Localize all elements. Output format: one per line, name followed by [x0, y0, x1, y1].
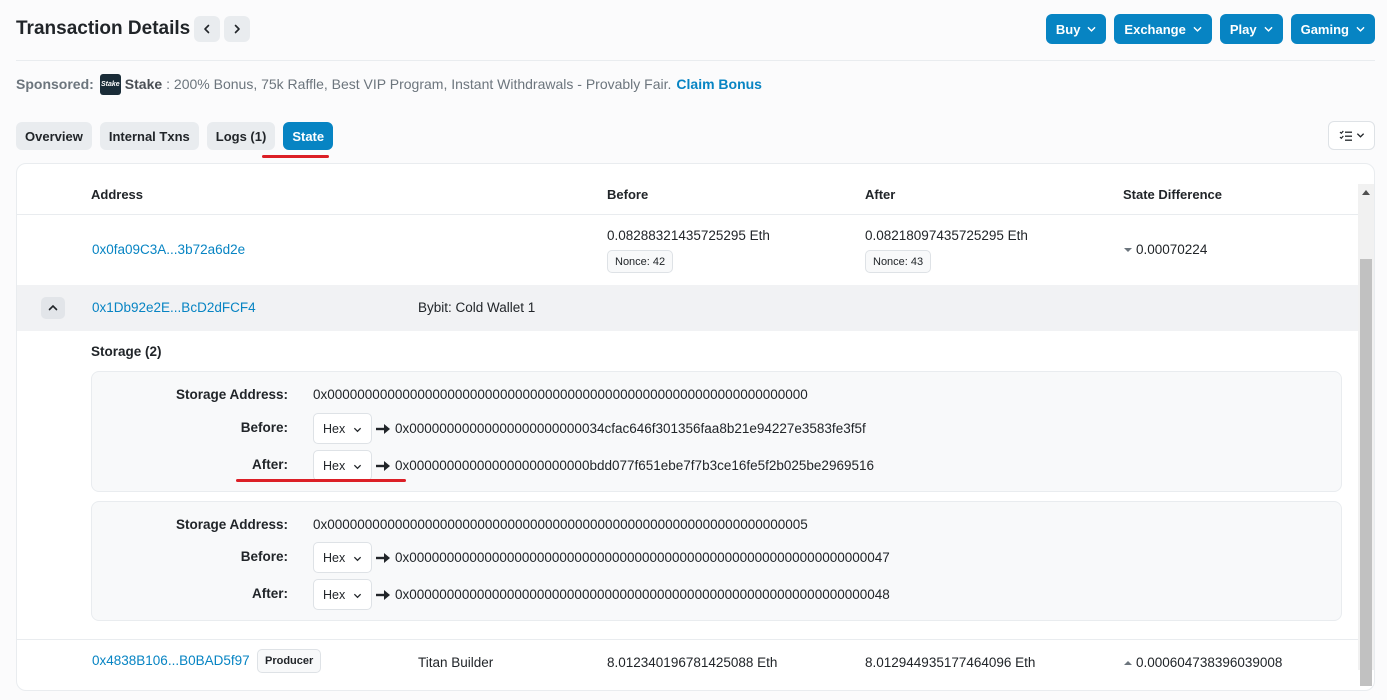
- storage-entry: Storage Address: 0x000000000000000000000…: [91, 501, 1342, 621]
- menu-label: Play: [1229, 21, 1257, 37]
- before-format-select[interactable]: Hex: [313, 542, 372, 573]
- chevron-down-icon: [353, 593, 362, 599]
- list-check-icon: [1339, 130, 1352, 141]
- stake-logo: Stake: [99, 73, 121, 95]
- sponsor-brand: Stake: [124, 76, 163, 92]
- format-value: Hex: [323, 550, 346, 565]
- arrow-right-icon: [376, 553, 390, 563]
- chevron-down-icon: [353, 464, 362, 470]
- previous-tx-button[interactable]: [194, 16, 221, 42]
- format-value: Hex: [323, 421, 346, 436]
- row-divider: [17, 639, 1358, 640]
- collapse-row-button[interactable]: [41, 297, 65, 319]
- storage-before-label: Before:: [240, 420, 288, 435]
- expanded-row: 0x1Db92e2E...BcD2dFCF4 Bybit: Cold Walle…: [17, 285, 1358, 331]
- tab-logs[interactable]: Logs (1): [206, 122, 276, 150]
- storage-address-value: 0x00000000000000000000000000000000000000…: [313, 387, 808, 402]
- caret-down-icon: [1124, 247, 1132, 252]
- storage-after-label: After:: [252, 586, 288, 601]
- tab-internal-txns[interactable]: Internal Txns: [99, 122, 199, 150]
- column-header-after: After: [865, 187, 896, 202]
- column-header-state-difference: State Difference: [1123, 187, 1222, 202]
- chevron-down-icon: [1193, 26, 1202, 32]
- row-divider: [17, 214, 1358, 215]
- tab-overview[interactable]: Overview: [16, 122, 92, 150]
- storage-title: Storage (2): [91, 344, 162, 359]
- after-format-select[interactable]: Hex: [313, 579, 372, 610]
- producer-badge: Producer: [257, 649, 322, 673]
- menu-label: Gaming: [1300, 21, 1349, 37]
- state-difference-value: 0.000604738396039008: [1136, 655, 1283, 670]
- chevron-down-icon: [1088, 26, 1096, 32]
- state-tab-annotation: [262, 155, 329, 158]
- scroll-up-arrow-icon[interactable]: [1362, 190, 1370, 195]
- address-name-tag: Titan Builder: [418, 655, 494, 670]
- storage-before-value: 0x00000000000000000000000000000000000000…: [395, 550, 890, 565]
- arrow-right-icon: [376, 590, 390, 600]
- chevron-down-icon: [1264, 26, 1272, 32]
- sponsor-text: : 200% Bonus, 75k Raffle, Best VIP Progr…: [166, 76, 672, 92]
- state-difference-value: 0.00070224: [1136, 242, 1208, 257]
- column-options-button[interactable]: [1328, 121, 1375, 150]
- claim-bonus-link[interactable]: Claim Bonus: [676, 76, 762, 92]
- chevron-up-icon: [48, 304, 58, 311]
- exchange-menu-button[interactable]: Exchange: [1114, 14, 1212, 44]
- storage-after-label: After:: [252, 457, 288, 472]
- menu-label: Exchange: [1124, 21, 1186, 37]
- scrollbar-thumb[interactable]: [1360, 259, 1372, 686]
- after-nonce-badge: Nonce: 43: [865, 250, 932, 273]
- address-name-tag: Bybit: Cold Wallet 1: [418, 300, 536, 315]
- column-header-address: Address: [91, 187, 144, 202]
- play-menu-button[interactable]: Play: [1219, 14, 1283, 44]
- arrow-right-icon: [376, 461, 390, 471]
- chevron-down-icon: [353, 427, 362, 433]
- vertical-scrollbar[interactable]: [1358, 184, 1374, 686]
- chevron-down-icon: [1356, 26, 1365, 32]
- chevron-right-icon: [234, 24, 241, 34]
- page-title: Transaction Details: [16, 18, 191, 39]
- storage-entry: Storage Address: 0x000000000000000000000…: [91, 371, 1342, 492]
- tab-state[interactable]: State: [283, 122, 334, 150]
- before-nonce-badge: Nonce: 42: [607, 250, 674, 273]
- storage-address-label: Storage Address:: [175, 387, 288, 402]
- menu-label: Buy: [1055, 21, 1081, 37]
- buy-menu-button[interactable]: Buy: [1045, 14, 1107, 44]
- state-table-card: Address Before After State Difference 0x…: [16, 163, 1375, 691]
- chevron-left-icon: [204, 24, 210, 34]
- state-difference: 0.000604738396039008: [1123, 655, 1282, 670]
- format-value: Hex: [323, 587, 346, 602]
- storage-before-label: Before:: [240, 549, 288, 564]
- after-row-annotation: [236, 479, 406, 482]
- address-link[interactable]: 0x0fa09C3A...3b72a6d2e: [92, 242, 245, 257]
- before-balance: 8.012340196781425088 Eth: [607, 655, 778, 670]
- sponsored-label: Sponsored:: [16, 76, 94, 92]
- storage-after-value: 0x000000000000000000000000bdd077f651ebe7…: [395, 458, 874, 473]
- address-link[interactable]: 0x4838B106...B0BAD5f97: [92, 653, 250, 668]
- arrow-right-icon: [376, 424, 390, 434]
- before-balance: 0.08288321435725295 Eth: [607, 228, 770, 243]
- top-menu: Buy Exchange Play Gaming: [1045, 14, 1375, 44]
- after-balance: 0.08218097435725295 Eth: [865, 228, 1028, 243]
- column-header-before: Before: [607, 187, 649, 202]
- caret-up-icon: [1124, 660, 1132, 665]
- chevron-down-icon: [353, 556, 362, 562]
- chevron-down-icon: [1356, 133, 1364, 138]
- gaming-menu-button[interactable]: Gaming: [1290, 14, 1375, 44]
- sponsored-banner: Sponsored: Stake Stake : 200% Bonus, 75k…: [16, 73, 762, 95]
- header-divider: [16, 60, 1375, 61]
- page-header: Transaction Details: [16, 16, 251, 42]
- after-balance: 8.012944935177464096 Eth: [865, 655, 1036, 670]
- state-difference: 0.00070224: [1123, 242, 1207, 257]
- after-format-select[interactable]: Hex: [313, 450, 372, 481]
- before-format-select[interactable]: Hex: [313, 413, 372, 444]
- tx-tabs: Overview Internal Txns Logs (1) State: [16, 122, 334, 150]
- storage-address-value: 0x00000000000000000000000000000000000000…: [313, 517, 808, 532]
- format-value: Hex: [323, 458, 346, 473]
- next-tx-button[interactable]: [224, 16, 251, 42]
- storage-before-value: 0x00000000000000000000000034cfac646f3013…: [395, 421, 866, 436]
- address-link[interactable]: 0x1Db92e2E...BcD2dFCF4: [92, 300, 256, 315]
- storage-after-value: 0x00000000000000000000000000000000000000…: [395, 587, 890, 602]
- storage-address-label: Storage Address:: [175, 517, 288, 532]
